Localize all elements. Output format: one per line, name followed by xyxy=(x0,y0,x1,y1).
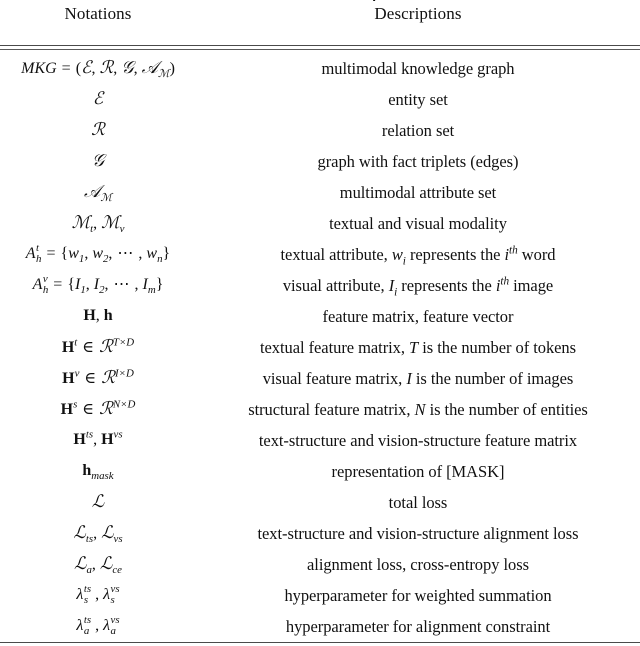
notation-cell: H, h xyxy=(0,301,196,332)
description-cell: hyperparameter for weighted summation xyxy=(196,580,640,611)
description-cell: alignment loss, cross-entropy loss xyxy=(196,549,640,580)
notation-cell: ℰ xyxy=(0,84,196,115)
table-row: H, h feature matrix, feature vector xyxy=(0,301,640,332)
table-row: Ht ∈ ℛT×D textual feature matrix, T is t… xyxy=(0,332,640,363)
notation-cell: MKG = (ℰ, ℛ, 𝒢, 𝒜ℳ) xyxy=(0,53,196,84)
table-row: Hv ∈ ℛI×D visual feature matrix, I is th… xyxy=(0,363,640,394)
table-row: hmask representation of [MASK] xyxy=(0,456,640,487)
table-row: ℒ total loss xyxy=(0,487,640,518)
table-rule-bottom xyxy=(0,643,640,646)
notation-cell: Hs ∈ ℛN×D xyxy=(0,394,196,425)
notation-cell: λtss , λvss xyxy=(0,580,196,611)
table-row: ℰ entity set xyxy=(0,84,640,115)
description-cell: multimodal knowledge graph xyxy=(196,53,640,84)
description-cell: text-structure and vision-structure alig… xyxy=(196,518,640,549)
notation-cell: ℛ xyxy=(0,115,196,146)
notation-cell: ℒa, ℒce xyxy=(0,549,196,580)
table-row: λtsa , λvsa hyperparameter for alignment… xyxy=(0,611,640,643)
description-cell: representation of [MASK] xyxy=(196,456,640,487)
description-cell: textual attribute, wi represents the ith… xyxy=(196,239,640,270)
description-cell: feature matrix, feature vector xyxy=(196,301,640,332)
notation-cell: 𝒢 xyxy=(0,146,196,177)
notation-cell: 𝒜ℳ xyxy=(0,177,196,208)
table-row: λtss , λvss hyperparameter for weighted … xyxy=(0,580,640,611)
description-cell: textual feature matrix, T is the number … xyxy=(196,332,640,363)
notation-cell: Hts, Hvs xyxy=(0,425,196,456)
description-cell: graph with fact triplets (edges) xyxy=(196,146,640,177)
table-header-row: Notations Descriptions xyxy=(0,0,640,29)
table-row: ℒts, ℒvs text-structure and vision-struc… xyxy=(0,518,640,549)
table-row: ℛ relation set xyxy=(0,115,640,146)
table-row: Ath = {w1, w2, ⋯ , wn} textual attribute… xyxy=(0,239,640,270)
description-cell: hyperparameter for alignment constraint xyxy=(196,611,640,643)
description-cell: visual feature matrix, I is the number o… xyxy=(196,363,640,394)
description-cell: visual attribute, Ii represents the ith … xyxy=(196,270,640,301)
table-row: Hts, Hvs text-structure and vision-struc… xyxy=(0,425,640,456)
description-cell: structural feature matrix, N is the numb… xyxy=(196,394,640,425)
table-row: ℳt, ℳv textual and visual modality xyxy=(0,208,640,239)
description-cell: entity set xyxy=(196,84,640,115)
description-cell: multimodal attribute set xyxy=(196,177,640,208)
description-cell: total loss xyxy=(196,487,640,518)
table-row: Hs ∈ ℛN×D structural feature matrix, N i… xyxy=(0,394,640,425)
table-row: Avh = {I1, I2, ⋯ , Im} visual attribute,… xyxy=(0,270,640,301)
column-header-descriptions: Descriptions xyxy=(196,0,640,29)
notation-table: Notations Descriptions MKG = (ℰ, ℛ, 𝒢, 𝒜… xyxy=(0,0,640,646)
notation-cell: ℳt, ℳv xyxy=(0,208,196,239)
table-row: MKG = (ℰ, ℛ, 𝒢, 𝒜ℳ) multimodal knowledge… xyxy=(0,53,640,84)
notation-cell: Avh = {I1, I2, ⋯ , Im} xyxy=(0,270,196,301)
notation-cell: λtsa , λvsa xyxy=(0,611,196,643)
description-cell: textual and visual modality xyxy=(196,208,640,239)
notation-cell: Ath = {w1, w2, ⋯ , wn} xyxy=(0,239,196,270)
column-header-notations: Notations xyxy=(0,0,196,29)
table-row: 𝒢 graph with fact triplets (edges) xyxy=(0,146,640,177)
notation-cell: Ht ∈ ℛT×D xyxy=(0,332,196,363)
description-cell: text-structure and vision-structure feat… xyxy=(196,425,640,456)
notation-cell: Hv ∈ ℛI×D xyxy=(0,363,196,394)
table-row: ℒa, ℒce alignment loss, cross-entropy lo… xyxy=(0,549,640,580)
notation-cell: ℒts, ℒvs xyxy=(0,518,196,549)
description-cell: relation set xyxy=(196,115,640,146)
table-row: 𝒜ℳ multimodal attribute set xyxy=(0,177,640,208)
table-top-spacer xyxy=(0,29,640,46)
notation-cell: ℒ xyxy=(0,487,196,518)
notation-cell: hmask xyxy=(0,456,196,487)
notation-table-container: Notations Descriptions MKG = (ℰ, ℛ, 𝒢, 𝒜… xyxy=(0,0,640,646)
